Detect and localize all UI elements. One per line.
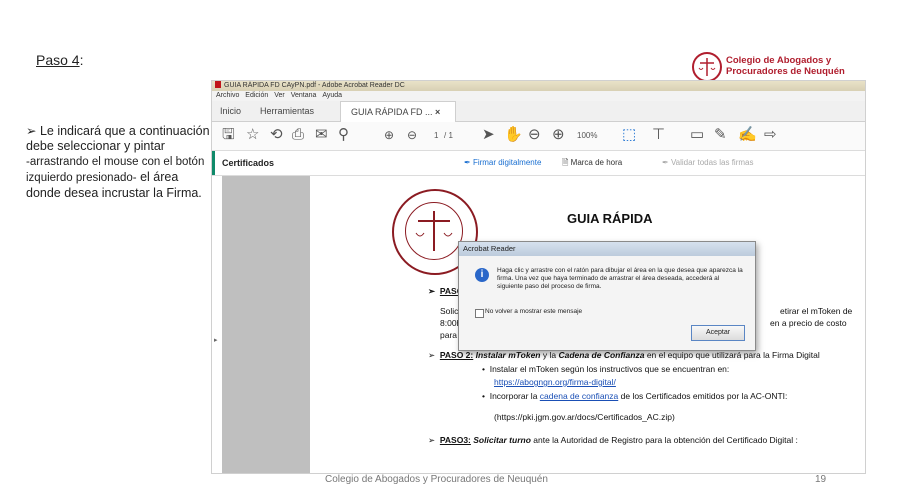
acrobat-dialog: Acrobat Reader i Haga clic y arrastre co…	[458, 241, 756, 351]
share-icon[interactable]: ⟲	[270, 127, 283, 143]
menu-ayuda[interactable]: Ayuda	[322, 92, 342, 99]
dont-show-label[interactable]: No volver a mostrar este mensaje	[485, 308, 582, 315]
accept-button[interactable]: Aceptar	[691, 325, 745, 341]
certificates-label: Certificados	[222, 158, 275, 168]
mail-icon[interactable]: ✉	[315, 127, 328, 143]
dialog-title: Acrobat Reader	[459, 242, 755, 256]
toolbar: 🖫 ☆ ⟲ ⎙ ✉ ⚲ ⊕ ⊖ 1 / 1 ➤ ✋ ⊖ ⊕ 100% ⬚ ⊤ ▭…	[212, 122, 865, 151]
share-doc-icon[interactable]: ⇨	[764, 127, 777, 143]
page-total: / 1	[444, 131, 453, 140]
slide-footer: Colegio de Abogados y Procuradores de Ne…	[325, 474, 548, 485]
doc-paso2: ➢ PASO 2: Instalar mToken y la Cadena de…	[428, 350, 820, 360]
doc-link-firma-digital[interactable]: https://abogngn.org/firma-digital/	[494, 377, 616, 387]
timestamp-button[interactable]: 🗎 Marca de hora	[562, 151, 622, 175]
scales-icon	[692, 52, 722, 82]
menu-ventana[interactable]: Ventana	[291, 92, 317, 99]
pen-icon: ✒	[464, 158, 473, 167]
panel-accent	[212, 151, 215, 175]
menu-ver[interactable]: Ver	[274, 92, 285, 99]
comment-icon[interactable]: ▭	[690, 127, 704, 143]
clock-doc-icon: 🗎	[562, 158, 571, 167]
validate-signatures-button[interactable]: ✒ Validar todas las firmas	[662, 151, 754, 175]
select-cursor-icon[interactable]: ➤	[482, 127, 495, 143]
tab-inicio[interactable]: Inicio	[220, 101, 241, 121]
acrobat-screenshot: GUIA RÁPIDA FD CAyPN.pdf - Adobe Acrobat…	[211, 80, 866, 474]
doc-paso3: ➢ PASO3: Solicitar turno ante la Autorid…	[428, 435, 798, 445]
search-icon[interactable]: ⚲	[338, 127, 349, 143]
sign-digitally-button[interactable]: ✒ Firmar digitalmente	[464, 151, 541, 175]
doc-link-cadena[interactable]: cadena de confianza	[540, 391, 618, 401]
zoom-out-icon[interactable]: ⊖	[528, 127, 541, 143]
dialog-message: Haga clic y arrastre con el ratón para d…	[497, 267, 743, 290]
info-icon: i	[475, 268, 489, 282]
college-logo: Colegio de Abogados y Procuradores de Neu…	[692, 52, 867, 82]
doc-inst1: • Instalar el mToken según los instructi…	[482, 364, 730, 374]
tab-document[interactable]: GUIA RÁPIDA FD ... ×	[340, 101, 456, 122]
menu-edicion[interactable]: Edición	[245, 92, 268, 99]
doc-retirar: etirar el mToken de	[780, 306, 853, 316]
left-panel	[222, 176, 310, 473]
page-up-icon[interactable]: ⊕	[384, 127, 394, 143]
instruction-bullet: ➢ Le indicará que a continuación debe se…	[26, 124, 210, 200]
hand-tool-icon[interactable]: ✋	[504, 127, 523, 143]
read-mode-icon[interactable]: ⊤	[652, 127, 665, 143]
bookmark-star-icon[interactable]: ☆	[246, 127, 259, 143]
close-tab-icon[interactable]: ×	[435, 107, 440, 117]
zoom-select[interactable]: 100%	[577, 131, 597, 140]
menu-bar: Archivo Edición Ver Ventana Ayuda	[212, 91, 865, 101]
doc-precio: en a precio de costo	[770, 318, 847, 328]
page-number-field[interactable]: 1	[434, 131, 438, 140]
step-heading: Paso 4:	[36, 52, 84, 68]
menu-archivo[interactable]: Archivo	[216, 92, 239, 99]
fit-page-icon[interactable]: ⬚	[622, 127, 636, 143]
validate-icon: ✒	[662, 158, 671, 167]
slide-page-number: 19	[815, 474, 827, 485]
doc-inst2: • Incorporar la cadena de confianza de l…	[482, 391, 788, 401]
page-down-icon[interactable]: ⊖	[407, 127, 417, 143]
tab-herramientas[interactable]: Herramientas	[260, 101, 314, 121]
doc-url2: (https://pki.jgm.gov.ar/docs/Certificado…	[494, 412, 675, 422]
highlight-pen-icon[interactable]: ✎	[714, 127, 727, 143]
print-icon[interactable]: ⎙	[292, 127, 304, 143]
bullet-arrow-icon: ➢	[26, 124, 40, 138]
pdf-icon	[215, 81, 221, 88]
logo-text: Colegio de Abogados y Procuradores de Neu…	[726, 55, 845, 77]
expand-arrow-icon[interactable]: ▸	[214, 336, 218, 344]
sign-icon[interactable]: ✍	[738, 127, 757, 143]
dont-show-checkbox[interactable]	[475, 309, 484, 318]
zoom-in-icon[interactable]: ⊕	[552, 127, 565, 143]
doc-title: GUIA RÁPIDA	[567, 211, 653, 226]
save-icon[interactable]: 🖫	[222, 127, 235, 143]
tab-bar: Inicio Herramientas GUIA RÁPIDA FD ... ×	[212, 101, 865, 122]
seal-scales-icon	[405, 202, 463, 260]
certificates-bar: Certificados ✒ Firmar digitalmente 🗎 Mar…	[212, 151, 865, 176]
window-titlebar: GUIA RÁPIDA FD CAyPN.pdf - Adobe Acrobat…	[212, 81, 865, 91]
